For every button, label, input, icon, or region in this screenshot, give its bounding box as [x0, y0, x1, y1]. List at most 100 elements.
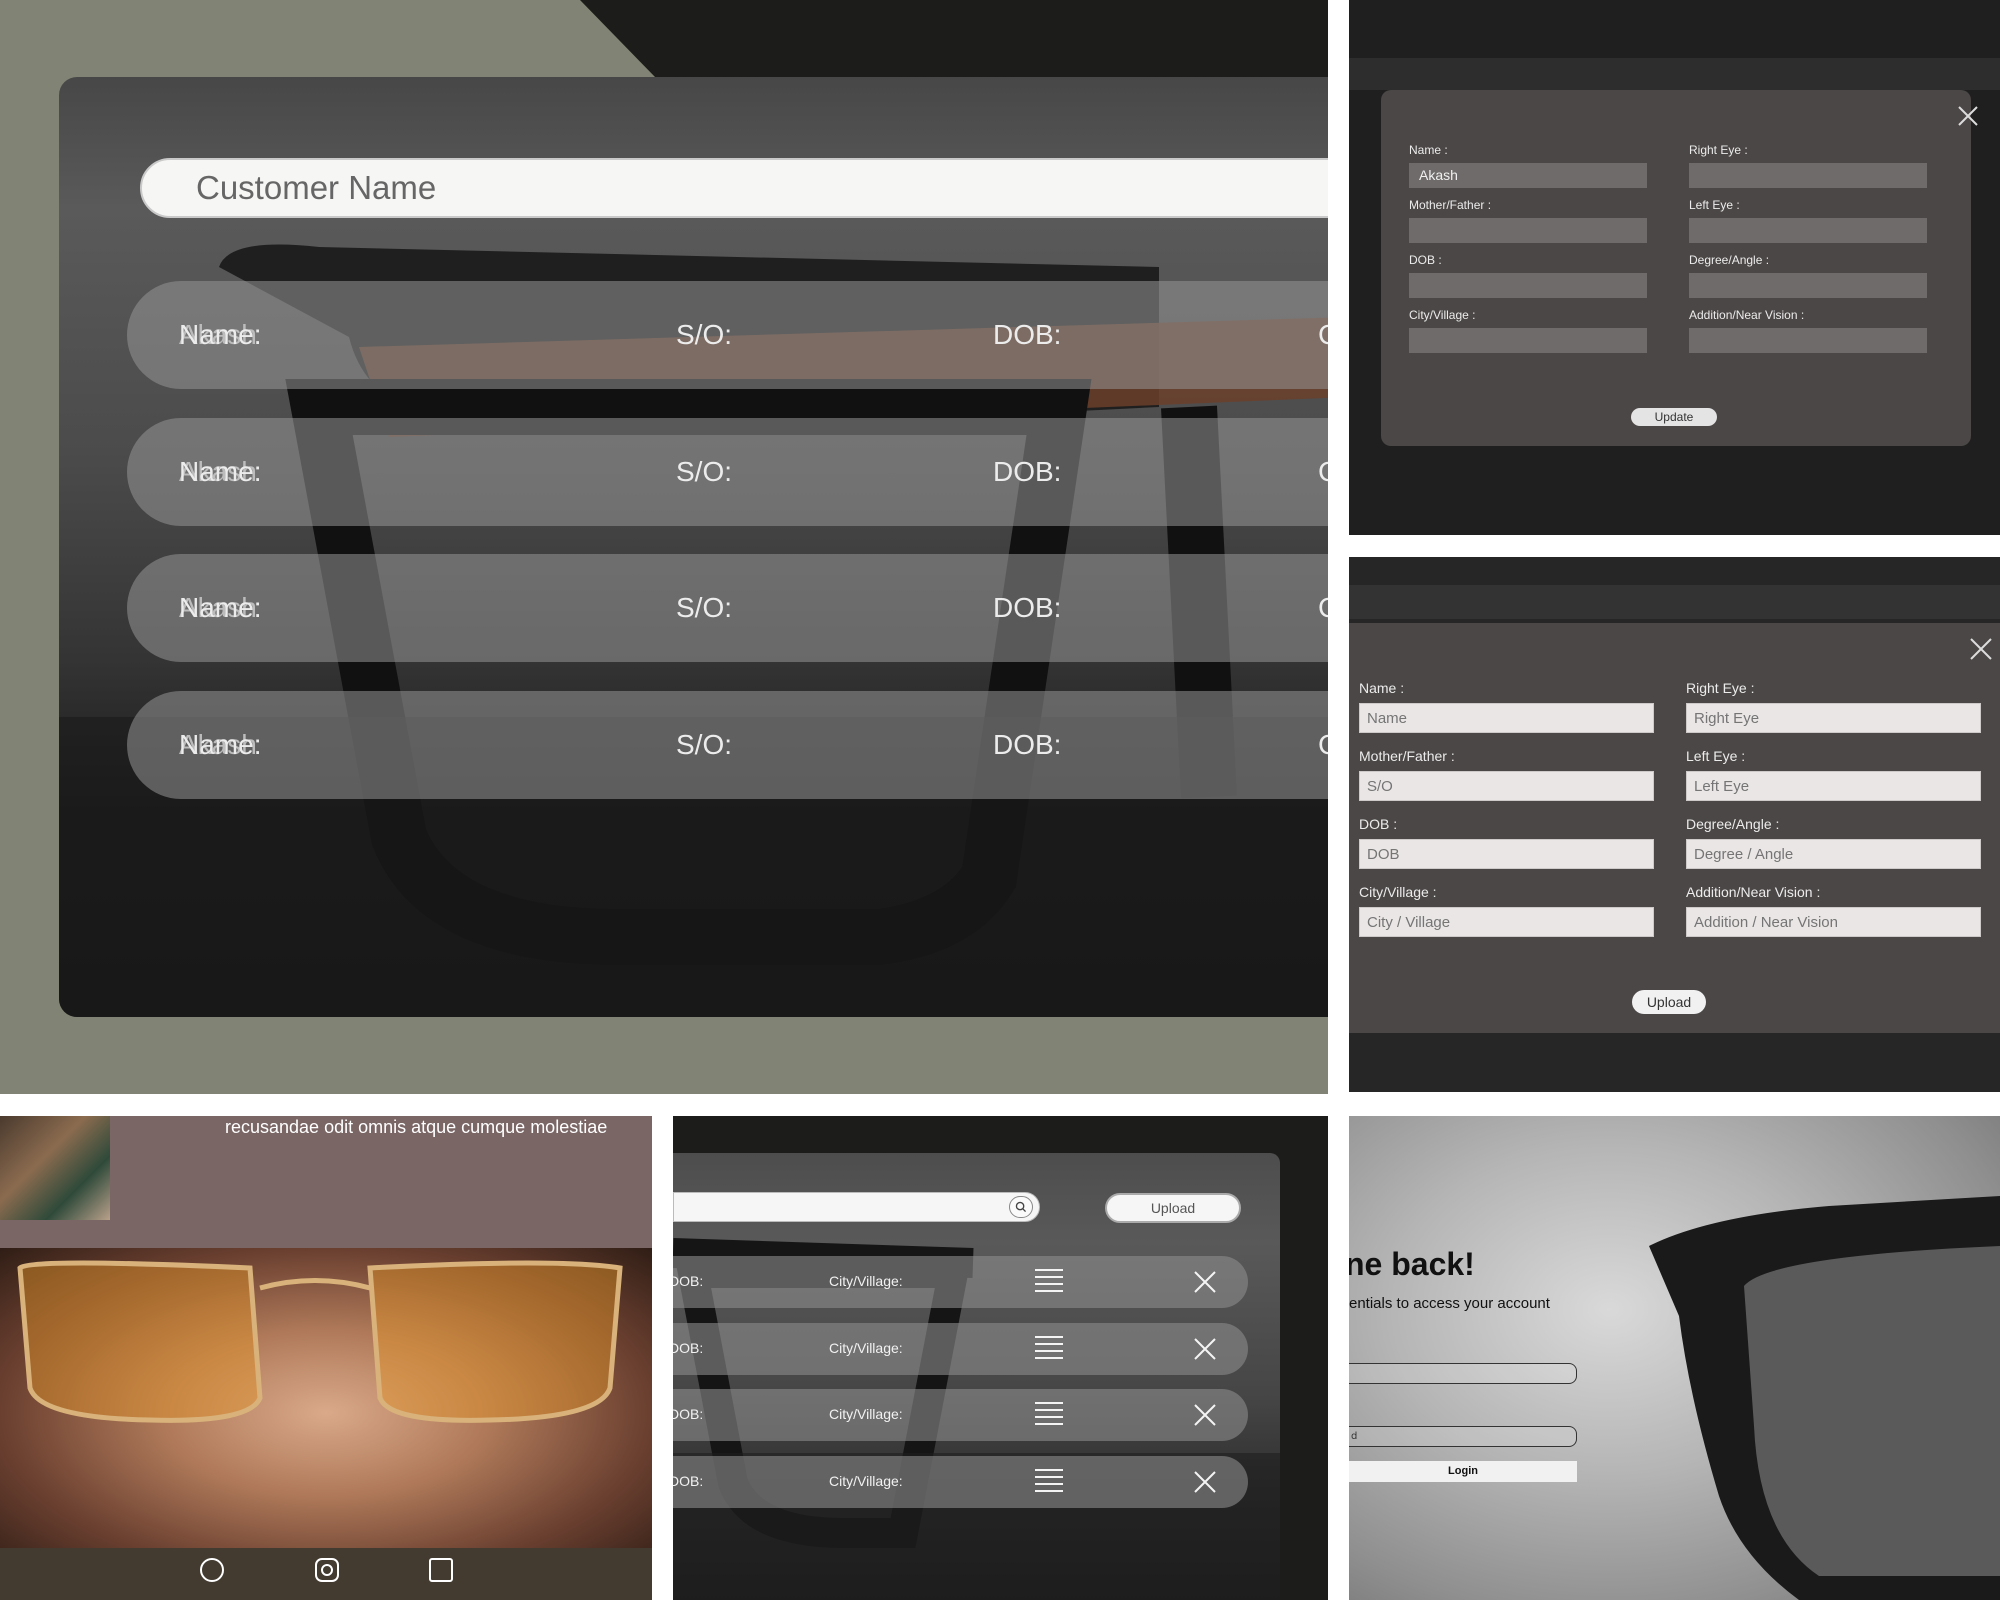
name-input[interactable]	[1359, 703, 1654, 733]
upload-dialog-panel: Name : Mother/Father : DOB : City/Villag…	[1349, 557, 2000, 1092]
dob-label: DOB:	[993, 729, 1062, 760]
name-field[interactable]: Akash	[1409, 163, 1647, 188]
degree-angle-field[interactable]	[1689, 273, 1927, 298]
close-icon[interactable]	[1969, 637, 1993, 661]
field-label: Right Eye :	[1686, 680, 1755, 696]
name-label: Name:	[179, 456, 262, 487]
dob-label: DOB:	[993, 592, 1062, 623]
upload-button[interactable]: Upload	[1105, 1193, 1241, 1223]
update-dialog-panel: Name : Akash Mother/Father : DOB : City/…	[1349, 0, 2000, 535]
sunglasses-image	[1649, 1196, 2000, 1600]
field-label: Left Eye :	[1686, 748, 1746, 764]
field-label: Addition/Near Vision :	[1689, 308, 1805, 322]
customer-row[interactable]: Name: Akash S/O: DOB: City/V	[127, 418, 1328, 526]
field-label: Right Eye :	[1689, 143, 1748, 157]
search-icon[interactable]	[1009, 1196, 1033, 1218]
header-wedge	[580, 0, 1328, 78]
customer-row[interactable]: Name: Akash S/O: DOB: City/V	[127, 691, 1328, 799]
menu-icon[interactable]	[1035, 1268, 1063, 1294]
city-village-field[interactable]	[1409, 328, 1647, 353]
password-input[interactable]: d	[1349, 1426, 1577, 1447]
dob-input[interactable]	[1359, 839, 1654, 869]
action-list-panel: Upload DOB: City/Village: DOB: City/Vill…	[673, 1116, 1328, 1600]
mother-father-input[interactable]	[1359, 771, 1654, 801]
blurred-search-bar	[1349, 58, 2000, 90]
dob-label: DOB:	[673, 1473, 704, 1489]
customer-search-input[interactable]: Customer Name	[140, 158, 1328, 218]
record-row[interactable]: DOB: City/Village:	[673, 1456, 1248, 1508]
username-input[interactable]	[1349, 1363, 1577, 1384]
right-eye-input[interactable]	[1686, 703, 1981, 733]
record-row[interactable]: DOB: City/Village:	[673, 1389, 1248, 1441]
customer-row[interactable]: Name: Akash S/O: DOB: City/V	[127, 554, 1328, 662]
dob-field[interactable]	[1409, 273, 1647, 298]
customer-list-panel: Customer Name Name: Akash S/O: DOB: City…	[0, 0, 1328, 1094]
degree-angle-input[interactable]	[1686, 839, 1981, 869]
city-label: City/Village:	[829, 1340, 903, 1356]
right-eye-field[interactable]	[1689, 163, 1927, 188]
record-row[interactable]: DOB: City/Village:	[673, 1323, 1248, 1375]
field-label: Addition/Near Vision :	[1686, 884, 1821, 900]
city-label: City/Village:	[829, 1473, 903, 1489]
dob-label: DOB:	[673, 1273, 704, 1289]
city-label: City/Village:	[829, 1406, 903, 1422]
menu-icon[interactable]	[1035, 1335, 1063, 1361]
blurred-search-bar	[1349, 585, 2000, 619]
location-icon[interactable]	[198, 1556, 226, 1584]
field-label: City/Village :	[1409, 308, 1476, 322]
login-button[interactable]: Login	[1349, 1461, 1577, 1482]
so-label: S/O:	[676, 592, 733, 623]
name-label: Name:	[179, 592, 262, 623]
login-panel: ne back! entials to access your account …	[1349, 1116, 2000, 1600]
update-button[interactable]: Update	[1631, 408, 1717, 426]
left-eye-field[interactable]	[1689, 218, 1927, 243]
field-label: DOB :	[1359, 816, 1398, 832]
field-label: Degree/Angle :	[1686, 816, 1780, 832]
dob-label: DOB:	[673, 1340, 704, 1356]
record-row[interactable]: DOB: City/Village:	[673, 1256, 1248, 1308]
upload-button[interactable]: Upload	[1632, 990, 1706, 1014]
menu-icon[interactable]	[1035, 1401, 1063, 1427]
close-icon[interactable]	[1193, 1470, 1217, 1494]
field-label: Name :	[1409, 143, 1448, 157]
name-label: Name:	[179, 729, 262, 760]
upload-dialog: Name : Mother/Father : DOB : City/Villag…	[1349, 623, 2000, 1033]
customer-row[interactable]: Name: Akash S/O: DOB: City/V	[127, 281, 1328, 389]
close-icon[interactable]	[1193, 1270, 1217, 1294]
welcome-subheading: entials to access your account	[1349, 1295, 1550, 1312]
city-label: City/V	[1318, 456, 1328, 488]
so-label: S/O:	[676, 456, 733, 487]
mother-father-field[interactable]	[1409, 218, 1647, 243]
city-village-input[interactable]	[1359, 907, 1654, 937]
near-vision-input[interactable]	[1686, 907, 1981, 937]
menu-icon[interactable]	[1035, 1468, 1063, 1494]
eyeglasses-overlay	[17, 1260, 623, 1423]
close-icon[interactable]	[1957, 105, 1979, 127]
model-thumbnail-image	[0, 1116, 110, 1220]
field-label: DOB :	[1409, 253, 1442, 267]
close-icon[interactable]	[1193, 1403, 1217, 1427]
city-label: City/V	[1318, 729, 1328, 761]
dob-label: DOB:	[673, 1406, 704, 1422]
field-label: Degree/Angle :	[1689, 253, 1770, 267]
landing-panel: recusandae odit omnis atque cumque moles…	[0, 1116, 652, 1600]
city-label: City/Village:	[829, 1273, 903, 1289]
so-label: S/O:	[676, 319, 733, 350]
field-label: Mother/Father :	[1409, 198, 1492, 212]
woman-with-glasses-photo	[0, 1248, 652, 1548]
near-vision-field[interactable]	[1689, 328, 1927, 353]
close-icon[interactable]	[1193, 1337, 1217, 1361]
city-label: City/V	[1318, 592, 1328, 624]
landing-footer	[0, 1548, 652, 1600]
left-eye-input[interactable]	[1686, 771, 1981, 801]
city-label: City/V	[1318, 319, 1328, 351]
welcome-heading: ne back!	[1349, 1246, 1475, 1282]
linkedin-icon[interactable]	[427, 1556, 455, 1584]
action-search-input[interactable]	[673, 1192, 1040, 1222]
instagram-icon[interactable]	[313, 1556, 341, 1584]
name-label: Name:	[179, 319, 262, 350]
update-dialog: Name : Akash Mother/Father : DOB : City/…	[1381, 90, 1978, 446]
field-label: Mother/Father :	[1359, 748, 1455, 764]
customer-list-card: Customer Name Name: Akash S/O: DOB: City…	[59, 77, 1328, 1017]
so-label: S/O:	[676, 729, 733, 760]
